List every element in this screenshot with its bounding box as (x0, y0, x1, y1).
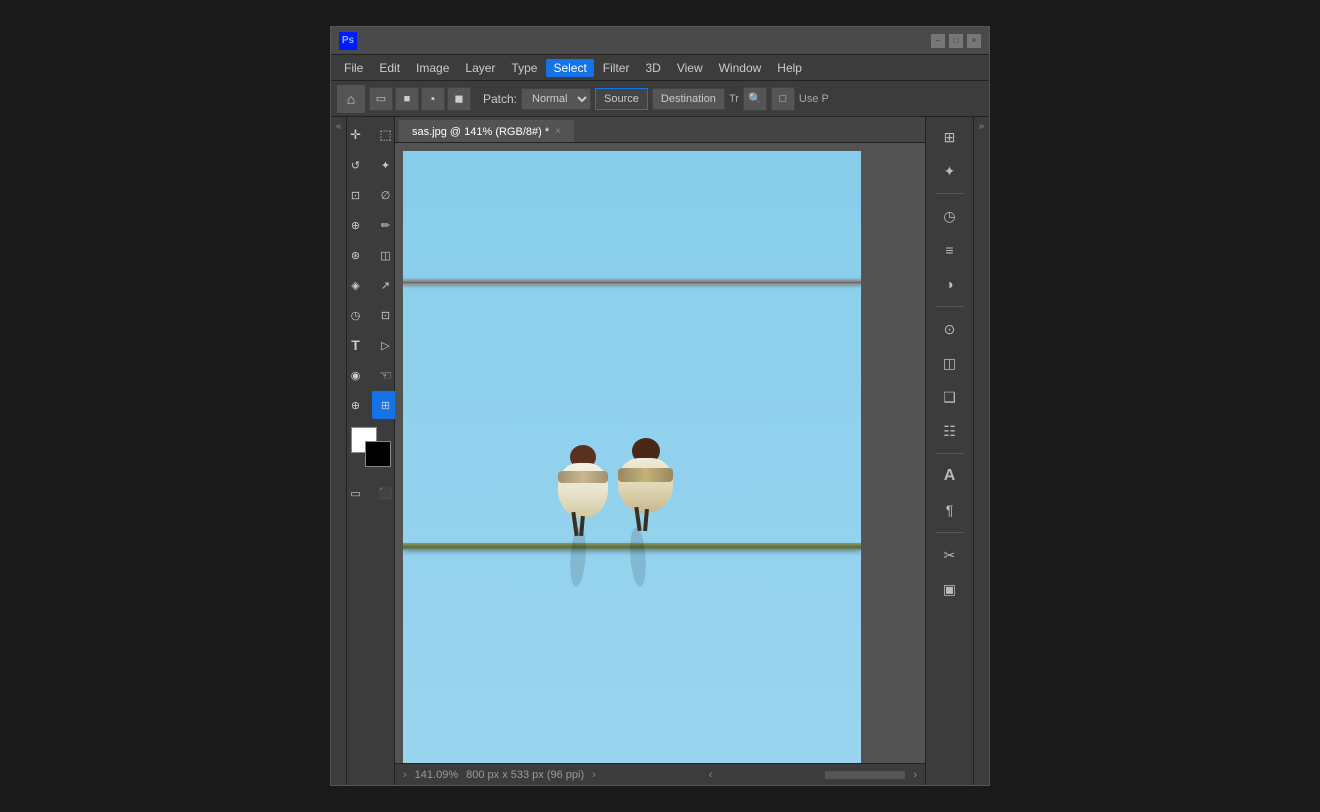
status-nav-right[interactable]: › (913, 769, 917, 781)
paint-bucket-tool[interactable]: ◈ (342, 271, 370, 299)
status-nav-left[interactable]: ‹ (709, 769, 713, 781)
tab-close-button[interactable]: × (555, 126, 561, 137)
mask-icon[interactable]: ▭ (342, 479, 370, 507)
minimize-button[interactable]: – (931, 34, 945, 48)
scissors-icon[interactable]: ✂ (934, 539, 966, 571)
destination-button[interactable]: Destination (652, 88, 725, 110)
menu-window[interactable]: Window (712, 59, 769, 77)
home-button[interactable]: ⌂ (337, 85, 365, 113)
photoshop-window: Ps – □ × File Edit Image Layer Type Sele… (330, 26, 990, 786)
color-swatch[interactable] (351, 427, 391, 467)
source-button[interactable]: Source (595, 88, 648, 110)
adjustment-layers-icon[interactable]: ≡ (934, 234, 966, 266)
zoom-level: 141.09% (415, 769, 458, 781)
ps-logo: Ps (339, 32, 357, 50)
bird-body-left (558, 463, 608, 518)
rect-shape-button[interactable]: ▭ (369, 87, 393, 111)
document-tab[interactable]: sas.jpg @ 141% (RGB/8#) * × (399, 120, 574, 142)
main-area: « ✛ ⬚ ↺ ✦ ⊡ ∅ ⊕ ✏ ⊛ ◫ ◈ (331, 117, 989, 785)
rounded-rect-button[interactable]: ▪ (421, 87, 445, 111)
clone-stamp-tool[interactable]: ⊛ (342, 241, 370, 269)
layers-panel-icon[interactable]: ❑ (934, 381, 966, 413)
right-separator-3 (936, 453, 964, 454)
title-bar-left: Ps (339, 32, 357, 50)
tools-panel: ✛ ⬚ ↺ ✦ ⊡ ∅ ⊕ ✏ ⊛ ◫ ◈ ↗ (347, 117, 395, 785)
tab-title: sas.jpg @ 141% (RGB/8#) * (412, 126, 549, 138)
menu-view[interactable]: View (670, 59, 710, 77)
history-icon[interactable]: ◷ (934, 200, 966, 232)
type-panel-icon[interactable]: A (934, 460, 966, 492)
bird-right (618, 458, 683, 553)
menu-file[interactable]: File (337, 59, 370, 77)
lasso-tool[interactable]: ↺ (342, 151, 370, 179)
bird-tail-right-2 (643, 509, 649, 531)
shape-tools-group: ▭ ■ ▪ ◼ (369, 87, 471, 111)
bird-left (558, 463, 618, 553)
menu-bar: File Edit Image Layer Type Select Filter… (331, 55, 989, 81)
layer-group-icon[interactable]: ☷ (934, 415, 966, 447)
custom-shape-button[interactable]: ◼ (447, 87, 471, 111)
menu-filter[interactable]: Filter (596, 59, 637, 77)
ai-icon[interactable]: ✦ (934, 155, 966, 187)
scrollbar[interactable] (825, 771, 905, 779)
bird-tail-left-2 (579, 516, 585, 536)
info-panel-icon[interactable]: ▣ (934, 573, 966, 605)
patch-mode-select[interactable]: Normal (521, 88, 591, 110)
title-bar: Ps – □ × (331, 27, 989, 55)
color-icon[interactable]: ◑ (934, 268, 966, 300)
menu-select[interactable]: Select (546, 59, 593, 77)
patch-label: Patch: (483, 92, 517, 106)
paragraph-panel-icon[interactable]: ¶ (934, 494, 966, 526)
status-bar: › 141.09% 800 px x 533 px (96 ppi) › ‹ › (395, 763, 925, 785)
menu-layer[interactable]: Layer (458, 59, 502, 77)
canvas-image (403, 151, 861, 763)
filled-rect-button[interactable]: ■ (395, 87, 419, 111)
background-color[interactable] (365, 441, 391, 467)
status-left-arrow[interactable]: › (403, 769, 407, 781)
sky-background (403, 151, 861, 763)
right-collapse-button[interactable]: » (973, 117, 989, 785)
right-panel: ⊞ ✦ ◷ ≡ ◑ ⊙ ◫ ❑ ☷ A ¶ ✂ (925, 117, 973, 785)
zoom-tool[interactable]: ⊕ (342, 391, 370, 419)
fx-icon[interactable]: ◫ (934, 347, 966, 379)
type-tool[interactable]: T (342, 331, 370, 359)
right-section-type: A ¶ (934, 460, 966, 526)
right-section-mid1: ◷ ≡ ◑ (934, 200, 966, 300)
bird-body-right (618, 458, 673, 513)
right-separator-2 (936, 306, 964, 307)
right-section-top: ⊞ ✦ (934, 121, 966, 187)
transform-label: Tr (729, 93, 739, 105)
libraries-icon[interactable]: ⊞ (934, 121, 966, 153)
burn-tool[interactable]: ◷ (342, 301, 370, 329)
crop-tool[interactable]: ⊡ (342, 181, 370, 209)
title-bar-controls: – □ × (931, 34, 981, 48)
right-separator-1 (936, 193, 964, 194)
search-button[interactable]: 🔍 (743, 87, 767, 111)
move-tool[interactable]: ✛ (342, 121, 370, 149)
tab-bar: sas.jpg @ 141% (RGB/8#) * × (395, 117, 925, 143)
menu-type[interactable]: Type (504, 59, 544, 77)
menu-edit[interactable]: Edit (372, 59, 407, 77)
canvas-area: sas.jpg @ 141% (RGB/8#) * × (395, 117, 925, 785)
use-label: Use P (799, 93, 829, 105)
arrange-button[interactable]: □ (771, 87, 795, 111)
canvas-dimensions: 800 px x 533 px (96 ppi) (466, 769, 584, 781)
toolbar: ⌂ ▭ ■ ▪ ◼ Patch: Normal Source Destinati… (331, 81, 989, 117)
right-separator-4 (936, 532, 964, 533)
properties-icon[interactable]: ⊙ (934, 313, 966, 345)
healing-brush-tool[interactable]: ⊕ (342, 211, 370, 239)
maximize-button[interactable]: □ (949, 34, 963, 48)
menu-help[interactable]: Help (770, 59, 809, 77)
menu-3d[interactable]: 3D (638, 59, 667, 77)
right-section-tools: ✂ ▣ (934, 539, 966, 605)
right-section-mid2: ⊙ ◫ ❑ ☷ (934, 313, 966, 447)
status-right-arrow[interactable]: › (592, 769, 596, 781)
wire-top (403, 279, 861, 285)
canvas-container[interactable] (395, 143, 925, 763)
shape-tool[interactable]: ◉ (342, 361, 370, 389)
close-button[interactable]: × (967, 34, 981, 48)
menu-image[interactable]: Image (409, 59, 456, 77)
